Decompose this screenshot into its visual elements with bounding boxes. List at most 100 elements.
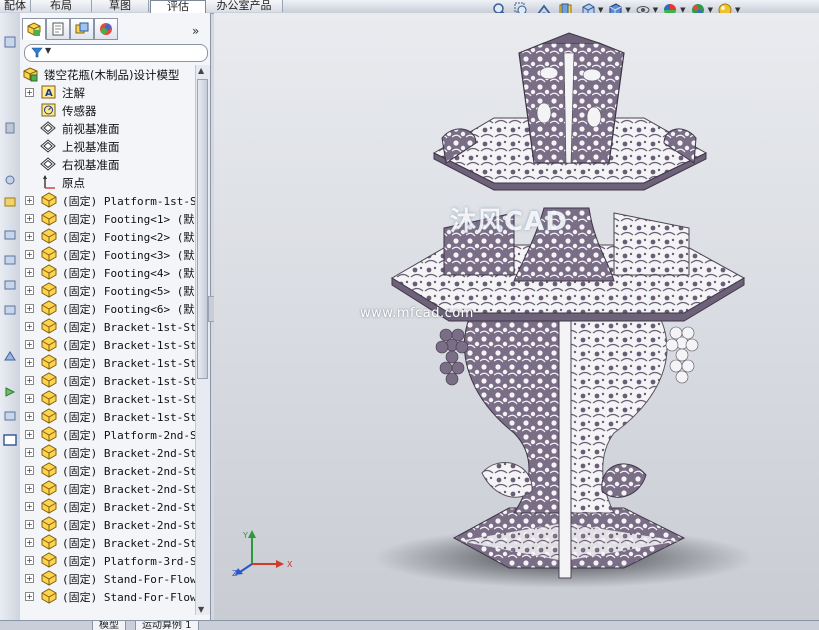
- tree-item[interactable]: + (固定) Bracket-2nd-Sta: [20, 497, 195, 515]
- chevron-down-icon[interactable]: ▼: [45, 46, 51, 55]
- expand-icon[interactable]: +: [25, 250, 34, 259]
- tree-item[interactable]: 前视基准面: [20, 119, 195, 137]
- part-icon: [40, 246, 57, 262]
- expand-icon[interactable]: +: [25, 196, 34, 205]
- tab-sketch[interactable]: 草图: [92, 0, 149, 12]
- expand-icon[interactable]: +: [25, 556, 34, 565]
- tree-item[interactable]: + (固定) Bracket-2nd-Sta: [20, 443, 195, 461]
- tree-item[interactable]: + (固定) Bracket-2nd-Sta: [20, 479, 195, 497]
- expand-icon[interactable]: +: [25, 376, 34, 385]
- tree-item[interactable]: 右视基准面: [20, 155, 195, 173]
- tree-item[interactable]: 传感器: [20, 101, 195, 119]
- command-icon[interactable]: [2, 173, 18, 187]
- part-icon: [40, 372, 57, 388]
- expand-icon[interactable]: +: [25, 484, 34, 493]
- tree-item[interactable]: + A 注解: [20, 83, 195, 101]
- expand-icon[interactable]: +: [25, 286, 34, 295]
- command-icon[interactable]: [2, 385, 18, 399]
- tab-assembly[interactable]: 配体: [0, 0, 31, 12]
- expand-icon[interactable]: +: [25, 88, 34, 97]
- expand-icon[interactable]: +: [25, 448, 34, 457]
- graphics-viewport[interactable]: 沐风CAD www.mfcad.com Y X Z: [214, 13, 819, 621]
- feature-manager-icon[interactable]: [22, 18, 46, 40]
- expand-icon[interactable]: +: [25, 232, 34, 241]
- expand-icon[interactable]: +: [25, 394, 34, 403]
- tree-item[interactable]: + (固定) Footing<3> (默认: [20, 245, 195, 263]
- tree-item[interactable]: + (固定) Footing<6> (默认: [20, 299, 195, 317]
- tree-item[interactable]: + (固定) Platform-3rd-St: [20, 551, 195, 569]
- display-manager-icon[interactable]: [94, 18, 118, 40]
- expand-icon[interactable]: +: [25, 268, 34, 277]
- tree-item-label: 传感器: [62, 104, 97, 118]
- scrollbar-thumb[interactable]: [197, 79, 208, 379]
- command-icon[interactable]: [2, 228, 18, 242]
- tree-item[interactable]: + (固定) Bracket-2nd-Sta: [20, 533, 195, 551]
- expand-icon[interactable]: +: [25, 214, 34, 223]
- tree-item[interactable]: + (固定) Platform-2nd-St: [20, 425, 195, 443]
- part-icon: [40, 498, 57, 514]
- tree-item[interactable]: + (固定) Stand-For-Flowe: [20, 569, 195, 587]
- tree-item[interactable]: + (固定) Platform-1st-St: [20, 191, 195, 209]
- tree-item-label: (固定) Bracket-1st-Sta: [62, 411, 195, 424]
- tree-item-label: (固定) Bracket-2nd-Sta: [62, 519, 195, 532]
- triad-x-label: X: [287, 560, 293, 569]
- tree-item[interactable]: + (固定) Bracket-1st-Sta: [20, 407, 195, 425]
- expand-panel-icon[interactable]: »: [192, 24, 199, 38]
- expand-icon[interactable]: +: [25, 592, 34, 601]
- tree-item[interactable]: + (固定) Footing<1> (默认: [20, 209, 195, 227]
- tab-evaluate[interactable]: 评估: [150, 0, 206, 14]
- tree-item[interactable]: 原点: [20, 173, 195, 191]
- scroll-down-icon[interactable]: ▼: [198, 605, 204, 614]
- command-icon[interactable]: [2, 409, 18, 423]
- part-icon: [40, 264, 57, 280]
- command-icon[interactable]: [2, 253, 18, 267]
- feature-filter[interactable]: ▼: [24, 44, 208, 62]
- command-icon[interactable]: [2, 433, 18, 447]
- tab-office-products[interactable]: 办公室产品: [206, 0, 283, 12]
- tree-item[interactable]: + (固定) Bracket-1st-Sta: [20, 335, 195, 353]
- tree-item[interactable]: + (固定) Bracket-2nd-Sta: [20, 515, 195, 533]
- configuration-manager-icon[interactable]: [70, 18, 94, 40]
- expand-icon[interactable]: +: [25, 466, 34, 475]
- tree-item[interactable]: + (固定) Bracket-1st-Sta: [20, 317, 195, 335]
- command-icon[interactable]: [2, 278, 18, 292]
- tree-item[interactable]: + (固定) Footing<5> (默认: [20, 281, 195, 299]
- command-icon[interactable]: [2, 121, 18, 135]
- tree-item-label: 上视基准面: [62, 140, 120, 154]
- expand-icon[interactable]: +: [25, 520, 34, 529]
- expand-icon[interactable]: +: [25, 574, 34, 583]
- command-icon[interactable]: [2, 35, 18, 49]
- expand-icon[interactable]: +: [25, 502, 34, 511]
- expand-icon[interactable]: +: [25, 358, 34, 367]
- tree-root-label: 镂空花瓶(木制品)设计模型: [44, 68, 180, 82]
- property-manager-icon[interactable]: [46, 18, 70, 40]
- expand-icon[interactable]: +: [25, 430, 34, 439]
- command-icon[interactable]: [2, 349, 18, 363]
- expand-icon[interactable]: +: [25, 340, 34, 349]
- tree-item[interactable]: + (固定) Footing<4> (默认: [20, 263, 195, 281]
- tree-scrollbar[interactable]: ▲ ▼: [195, 65, 210, 615]
- tree-item-label: (固定) Bracket-2nd-Sta: [62, 447, 195, 460]
- plane-icon: [40, 120, 57, 136]
- tree-item[interactable]: + (固定) Bracket-1st-Sta: [20, 371, 195, 389]
- expand-icon[interactable]: +: [25, 538, 34, 547]
- tree-item-label: (固定) Stand-For-Flowe: [62, 573, 195, 586]
- tree-item[interactable]: + (固定) Stand-For-Flowe: [20, 587, 195, 605]
- command-icon[interactable]: [2, 195, 18, 209]
- expand-icon[interactable]: +: [25, 412, 34, 421]
- tree-item[interactable]: + (固定) Bracket-1st-Sta: [20, 353, 195, 371]
- tree-item[interactable]: + (固定) Bracket-2nd-Sta: [20, 461, 195, 479]
- tree-item-label: (固定) Footing<4> (默认: [62, 267, 195, 280]
- plane-icon: [40, 156, 57, 172]
- tree-item[interactable]: + (固定) Footing<2> (默认: [20, 227, 195, 245]
- expand-icon[interactable]: +: [25, 322, 34, 331]
- tree-item[interactable]: + (固定) Bracket-1st-Sta: [20, 389, 195, 407]
- part-icon: [40, 192, 57, 208]
- expand-icon[interactable]: +: [25, 304, 34, 313]
- tree-item-label: (固定) Bracket-1st-Sta: [62, 357, 195, 370]
- command-icon[interactable]: [2, 303, 18, 317]
- tree-root-assembly[interactable]: 镂空花瓶(木制品)设计模型: [20, 65, 195, 83]
- scroll-up-icon[interactable]: ▲: [198, 66, 204, 75]
- tree-item[interactable]: 上视基准面: [20, 137, 195, 155]
- tab-layout[interactable]: 布局: [31, 0, 92, 12]
